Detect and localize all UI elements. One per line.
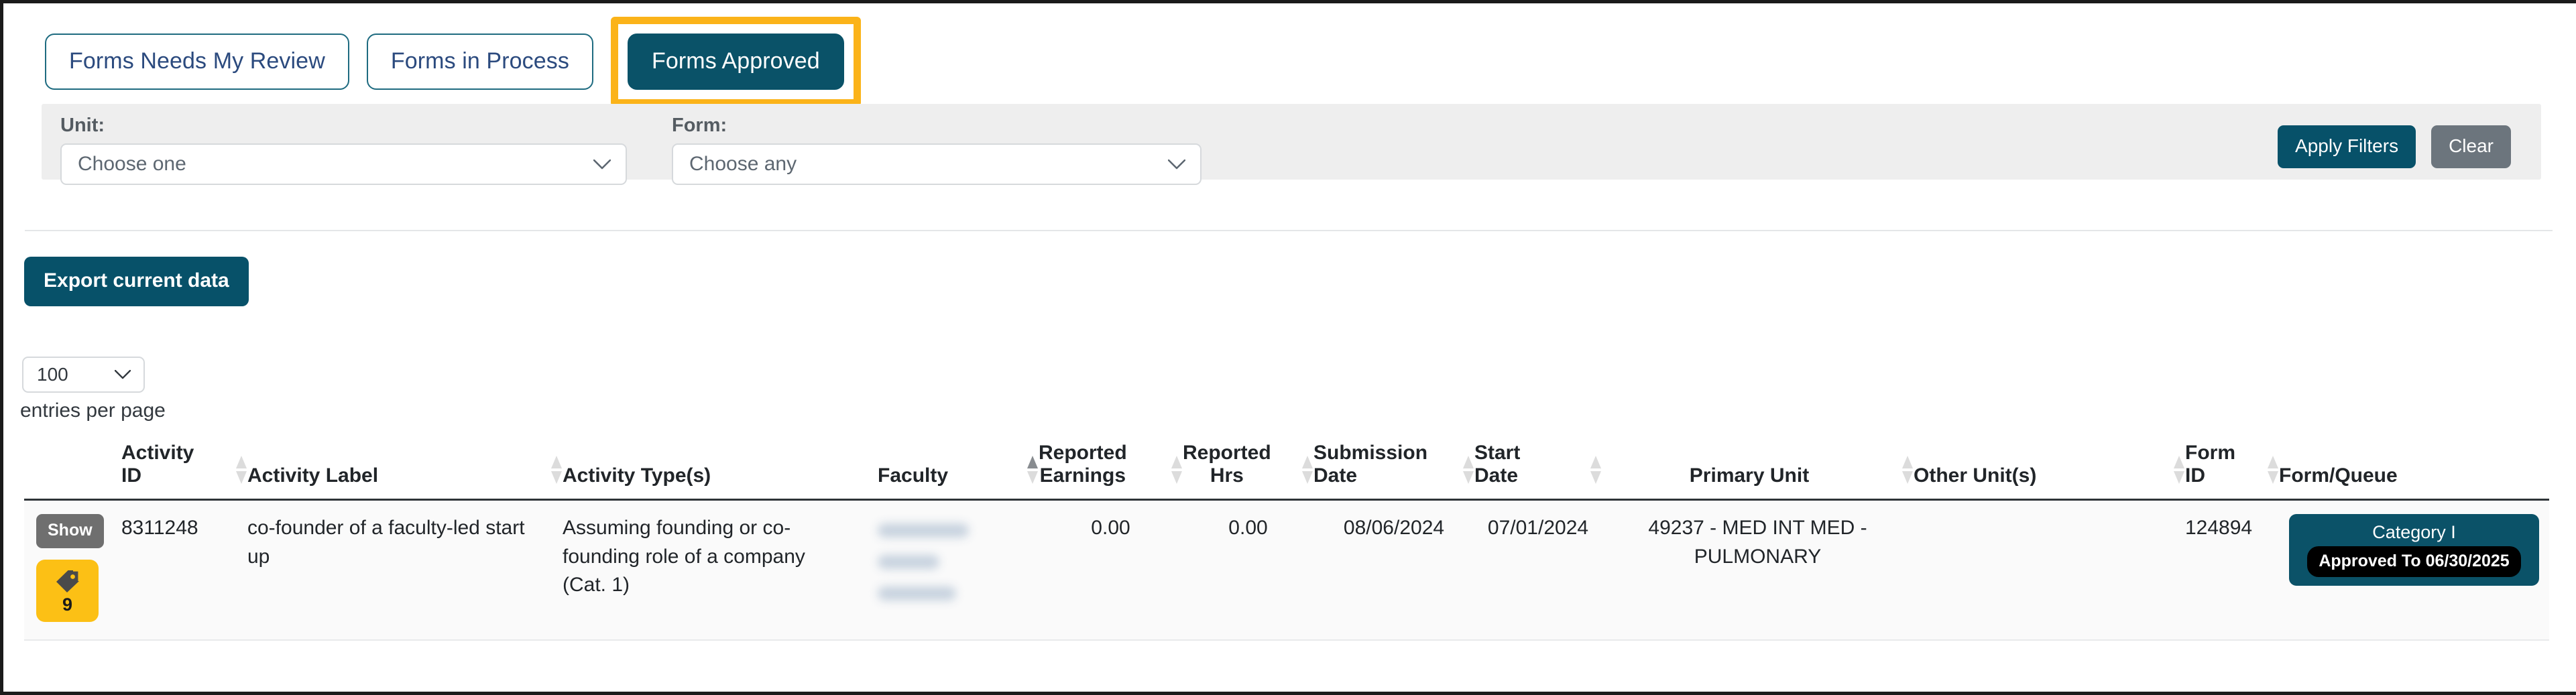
- th-activity-id-line2: ID: [121, 464, 141, 487]
- cell-faculty: [878, 500, 1039, 641]
- cell-reported-hrs: 0.00: [1183, 500, 1313, 641]
- sort-icon[interactable]: [1902, 456, 1914, 484]
- th-start-date-line1: Start: [1474, 442, 1520, 464]
- cell-other-units: [1914, 500, 2185, 641]
- app-window: Forms Needs My Review Forms in Process F…: [0, 0, 2576, 695]
- th-faculty-text: Faculty: [878, 464, 948, 487]
- th-reported-hrs-line1: Reported: [1183, 442, 1271, 464]
- th-primary-unit[interactable]: Primary Unit: [1602, 442, 1914, 500]
- forms-tab-bar: Forms Needs My Review Forms in Process F…: [45, 17, 861, 107]
- page-content: Forms Needs My Review Forms in Process F…: [3, 3, 2576, 692]
- sort-icon[interactable]: [1463, 456, 1474, 484]
- th-form-id[interactable]: Form ID: [2185, 442, 2279, 500]
- tag-icon: [54, 568, 82, 594]
- apply-filters-button[interactable]: Apply Filters: [2278, 125, 2416, 168]
- section-divider: [25, 230, 2553, 231]
- th-form-queue-text: Form/Queue: [2279, 464, 2398, 487]
- approved-forms-table-wrap: Activity ID Activity Label: [24, 442, 2549, 641]
- unit-filter-group: Unit: Choose one: [60, 116, 627, 185]
- th-primary-unit-text: Primary Unit: [1602, 464, 1897, 487]
- cell-row-actions: Show 9: [24, 500, 121, 641]
- th-activity-label[interactable]: Activity Label: [247, 442, 563, 500]
- th-reported-hrs-line2: Hrs: [1210, 464, 1244, 487]
- tab-forms-approved-highlight: Forms Approved: [611, 17, 861, 107]
- cell-form-id: 124894: [2185, 500, 2279, 641]
- table-header-row: Activity ID Activity Label: [24, 442, 2549, 500]
- unit-filter-label: Unit:: [60, 116, 627, 135]
- table-row: Show 9 8311248: [24, 500, 2549, 641]
- entries-per-page-select[interactable]: 100: [22, 357, 145, 393]
- th-other-units[interactable]: Other Unit(s): [1914, 442, 2185, 500]
- redacted-text-line: [878, 555, 939, 569]
- th-activity-id-line1: Activity: [121, 442, 194, 464]
- th-submission-date[interactable]: Submission Date: [1313, 442, 1474, 500]
- cell-reported-earnings: 0.00: [1039, 500, 1183, 641]
- th-reported-hrs[interactable]: Reported Hrs: [1183, 442, 1313, 500]
- tag-count: 9: [62, 596, 72, 614]
- th-submission-date-line1: Submission: [1313, 442, 1427, 464]
- redacted-text-line: [878, 586, 956, 601]
- chevron-down-icon: [1168, 160, 1185, 170]
- clear-filters-button[interactable]: Clear: [2431, 125, 2511, 168]
- cell-activity-label: co-founder of a faculty-led start up: [247, 500, 563, 641]
- th-other-units-text: Other Unit(s): [1914, 464, 2036, 487]
- tab-forms-needs-my-review[interactable]: Forms Needs My Review: [45, 34, 349, 90]
- form-queue-status-badge[interactable]: Category I Approved To 06/30/2025: [2289, 514, 2538, 586]
- form-queue-category: Category I: [2307, 521, 2520, 544]
- th-faculty[interactable]: Faculty: [878, 442, 1039, 500]
- unit-select[interactable]: Choose one: [60, 143, 627, 185]
- form-select[interactable]: Choose any: [672, 143, 1202, 185]
- th-start-date-line2: Date: [1474, 464, 1518, 487]
- chevron-down-icon: [115, 370, 132, 380]
- sort-icon[interactable]: [2268, 456, 2279, 484]
- form-filter-label: Form:: [672, 116, 1202, 135]
- sort-icon[interactable]: [236, 456, 247, 484]
- entries-per-page-label: entries per page: [20, 401, 166, 421]
- tab-forms-approved[interactable]: Forms Approved: [628, 34, 844, 90]
- form-filter-group: Form: Choose any: [672, 116, 1202, 185]
- th-activity-types-text: Activity Type(s): [563, 464, 711, 487]
- filter-bar: Unit: Choose one Form: Choose any Apply …: [42, 104, 2541, 180]
- th-form-id-line1: Form: [2185, 442, 2235, 464]
- sort-icon[interactable]: [1171, 456, 1183, 484]
- sort-icon[interactable]: [551, 456, 563, 484]
- th-reported-earnings-line2: Earnings: [1040, 464, 1126, 487]
- tab-forms-in-process[interactable]: Forms in Process: [367, 34, 593, 90]
- cell-start-date: 07/01/2024: [1474, 500, 1602, 641]
- th-form-queue: Form/Queue: [2279, 442, 2549, 500]
- sort-icon[interactable]: [1302, 456, 1313, 484]
- redacted-text-line: [878, 523, 969, 538]
- cell-activity-types: Assuming founding or co-founding role of…: [563, 500, 878, 641]
- th-activity-types[interactable]: Activity Type(s): [563, 442, 878, 500]
- th-submission-date-line2: Date: [1313, 464, 1357, 487]
- cell-submission-date: 08/06/2024: [1313, 500, 1474, 641]
- approved-forms-table: Activity ID Activity Label: [24, 442, 2549, 641]
- unit-select-value: Choose one: [78, 153, 186, 176]
- th-reported-earnings-line1: Reported: [1039, 442, 1127, 464]
- chevron-down-icon: [593, 160, 611, 170]
- cell-form-queue: Category I Approved To 06/30/2025: [2279, 500, 2549, 641]
- th-activity-label-text: Activity Label: [247, 464, 378, 487]
- form-queue-approved-pill: Approved To 06/30/2025: [2307, 546, 2520, 577]
- th-activity-id[interactable]: Activity ID: [121, 442, 247, 500]
- entries-per-page-value: 100: [37, 364, 68, 385]
- show-details-button[interactable]: Show: [36, 514, 104, 548]
- cell-activity-id: 8311248: [121, 500, 247, 641]
- sort-icon-ascending[interactable]: [1027, 456, 1039, 484]
- sort-icon[interactable]: [2174, 456, 2185, 484]
- th-actions: [24, 442, 121, 500]
- filter-actions: Apply Filters Clear: [2278, 125, 2511, 168]
- form-select-value: Choose any: [689, 153, 797, 176]
- export-current-data-button[interactable]: Export current data: [24, 257, 249, 306]
- th-start-date[interactable]: Start Date: [1474, 442, 1602, 500]
- th-form-id-line2: ID: [2185, 464, 2205, 487]
- th-reported-earnings[interactable]: Reported Earnings: [1039, 442, 1183, 500]
- cell-primary-unit: 49237 - MED INT MED - PULMONARY: [1602, 500, 1914, 641]
- tag-count-badge[interactable]: 9: [36, 560, 99, 622]
- sort-icon[interactable]: [1590, 456, 1602, 484]
